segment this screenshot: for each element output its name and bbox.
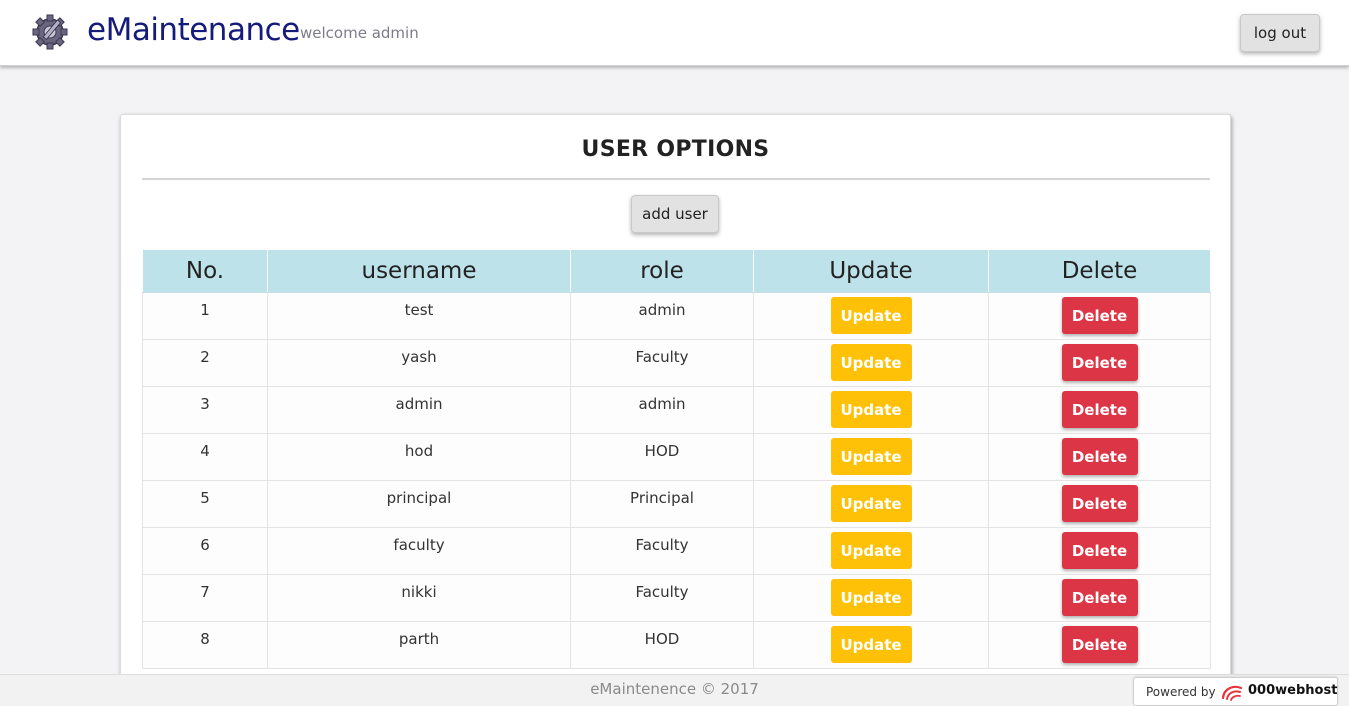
cell-role: Faculty bbox=[570, 527, 754, 575]
cell-no: 2 bbox=[142, 339, 268, 387]
cell-update: Update bbox=[753, 339, 989, 387]
user-options-card: USER OPTIONS add user No. username role … bbox=[120, 114, 1231, 694]
cell-username: admin bbox=[267, 386, 571, 434]
cell-no: 7 bbox=[142, 574, 268, 622]
cell-update: Update bbox=[753, 574, 989, 622]
cell-username: parth bbox=[267, 621, 571, 669]
update-button[interactable]: Update bbox=[830, 579, 912, 616]
cell-role: admin bbox=[570, 386, 754, 434]
cell-role: admin bbox=[570, 292, 754, 340]
update-button[interactable]: Update bbox=[830, 391, 912, 428]
delete-button[interactable]: Delete bbox=[1061, 344, 1138, 381]
table-row: 7 nikki Faculty Update Delete bbox=[142, 574, 1211, 622]
cell-delete: Delete bbox=[988, 433, 1211, 481]
column-header-no: No. bbox=[142, 249, 268, 293]
update-button[interactable]: Update bbox=[830, 626, 912, 663]
delete-button[interactable]: Delete bbox=[1061, 485, 1138, 522]
update-button[interactable]: Update bbox=[830, 297, 912, 334]
logout-button[interactable]: log out bbox=[1240, 14, 1320, 52]
table-row: 1 test admin Update Delete bbox=[142, 292, 1211, 340]
cell-role: Faculty bbox=[570, 574, 754, 622]
brand-title: eMaintenance bbox=[87, 12, 300, 48]
powered-by-badge[interactable]: Powered by 000webhost bbox=[1133, 677, 1338, 706]
cell-username: test bbox=[267, 292, 571, 340]
delete-button[interactable]: Delete bbox=[1061, 626, 1138, 663]
cell-update: Update bbox=[753, 527, 989, 575]
cell-delete: Delete bbox=[988, 339, 1211, 387]
page-title: USER OPTIONS bbox=[581, 137, 770, 162]
cell-role: Faculty bbox=[570, 339, 754, 387]
table-row: 3 admin admin Update Delete bbox=[142, 386, 1211, 434]
cell-delete: Delete bbox=[988, 386, 1211, 434]
cell-update: Update bbox=[753, 433, 989, 481]
cell-no: 8 bbox=[142, 621, 268, 669]
cell-role: HOD bbox=[570, 433, 754, 481]
cell-role: HOD bbox=[570, 621, 754, 669]
table-row: 5 principal Principal Update Delete bbox=[142, 480, 1211, 528]
delete-button[interactable]: Delete bbox=[1061, 438, 1138, 475]
cell-no: 3 bbox=[142, 386, 268, 434]
column-header-update: Update bbox=[753, 249, 989, 293]
divider bbox=[142, 178, 1210, 180]
cell-delete: Delete bbox=[988, 574, 1211, 622]
delete-button[interactable]: Delete bbox=[1061, 532, 1138, 569]
table-row: 6 faculty Faculty Update Delete bbox=[142, 527, 1211, 575]
cell-username: principal bbox=[267, 480, 571, 528]
cell-no: 6 bbox=[142, 527, 268, 575]
cell-username: faculty bbox=[267, 527, 571, 575]
column-header-role: role bbox=[570, 249, 754, 293]
cell-update: Update bbox=[753, 480, 989, 528]
update-button[interactable]: Update bbox=[830, 485, 912, 522]
cell-no: 1 bbox=[142, 292, 268, 340]
cell-username: hod bbox=[267, 433, 571, 481]
gear-wrench-icon bbox=[32, 14, 68, 50]
column-header-username: username bbox=[267, 249, 571, 293]
cell-update: Update bbox=[753, 292, 989, 340]
powered-by-label: Powered by bbox=[1146, 685, 1216, 699]
update-button[interactable]: Update bbox=[830, 438, 912, 475]
powered-by-brand: 000webhost bbox=[1248, 683, 1338, 698]
cell-delete: Delete bbox=[988, 527, 1211, 575]
cell-delete: Delete bbox=[988, 480, 1211, 528]
table-header-row: No. username role Update Delete bbox=[142, 249, 1211, 293]
column-header-delete: Delete bbox=[988, 249, 1211, 293]
table-row: 2 yash Faculty Update Delete bbox=[142, 339, 1211, 387]
update-button[interactable]: Update bbox=[830, 532, 912, 569]
table-row: 8 parth HOD Update Delete bbox=[142, 621, 1211, 669]
add-user-button[interactable]: add user bbox=[631, 195, 719, 233]
delete-button[interactable]: Delete bbox=[1061, 391, 1138, 428]
cell-update: Update bbox=[753, 386, 989, 434]
delete-button[interactable]: Delete bbox=[1061, 579, 1138, 616]
cell-delete: Delete bbox=[988, 292, 1211, 340]
cell-username: nikki bbox=[267, 574, 571, 622]
welcome-text: welcome admin bbox=[300, 24, 419, 42]
cell-username: yash bbox=[267, 339, 571, 387]
top-navbar: eMaintenance welcome admin log out bbox=[0, 0, 1349, 66]
webhost-swirl-icon bbox=[1221, 685, 1243, 701]
delete-button[interactable]: Delete bbox=[1061, 297, 1138, 334]
table-row: 4 hod HOD Update Delete bbox=[142, 433, 1211, 481]
cell-delete: Delete bbox=[988, 621, 1211, 669]
users-table: No. username role Update Delete 1 test a… bbox=[142, 249, 1211, 669]
cell-role: Principal bbox=[570, 480, 754, 528]
update-button[interactable]: Update bbox=[830, 344, 912, 381]
cell-no: 4 bbox=[142, 433, 268, 481]
cell-update: Update bbox=[753, 621, 989, 669]
cell-no: 5 bbox=[142, 480, 268, 528]
